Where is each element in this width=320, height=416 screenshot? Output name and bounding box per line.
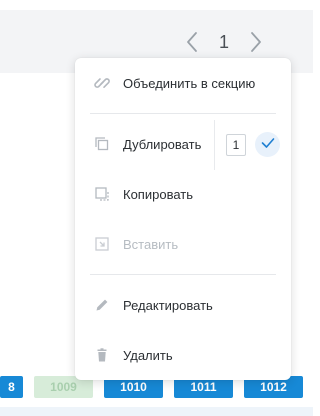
menu-item-label: Объединить в секцию [123, 75, 256, 91]
menu-divider [90, 274, 276, 275]
menu-item-duplicate[interactable]: Дублировать [75, 127, 214, 161]
paste-icon [94, 236, 110, 252]
menu-item-edit[interactable]: Редактировать [75, 288, 291, 322]
menu-item-label: Копировать [123, 186, 193, 202]
menu-item-copy[interactable]: Копировать [75, 177, 291, 211]
duplicate-count-input[interactable]: 1 [226, 134, 246, 156]
menu-item-paste[interactable]: Вставить [75, 227, 291, 261]
tag-button[interactable]: 8 [0, 376, 23, 398]
copy-icon [94, 186, 110, 202]
menu-item-label: Вставить [123, 236, 179, 252]
menu-item-delete[interactable]: Удалить [75, 338, 291, 372]
menu-item-label: Удалить [123, 347, 173, 363]
duplicate-icon [94, 136, 110, 152]
pagination: 1 [184, 30, 264, 54]
pencil-icon [94, 297, 110, 313]
menu-item-merge-section[interactable]: Объединить в секцию [75, 66, 291, 100]
chevron-right-icon[interactable] [248, 30, 264, 54]
trash-icon [94, 347, 110, 363]
confirm-button[interactable] [255, 132, 280, 157]
menu-item-label: Редактировать [123, 297, 213, 313]
bottom-strip [0, 407, 313, 416]
menu-item-label: Дублировать [123, 136, 202, 152]
check-icon [261, 136, 275, 154]
context-menu: Объединить в секцию Дублировать 1 Копиро… [75, 58, 291, 380]
menu-divider [90, 113, 276, 114]
page-number: 1 [218, 31, 229, 52]
menu-divider [214, 120, 215, 170]
chevron-left-icon[interactable] [184, 30, 200, 54]
link-icon [94, 75, 110, 91]
